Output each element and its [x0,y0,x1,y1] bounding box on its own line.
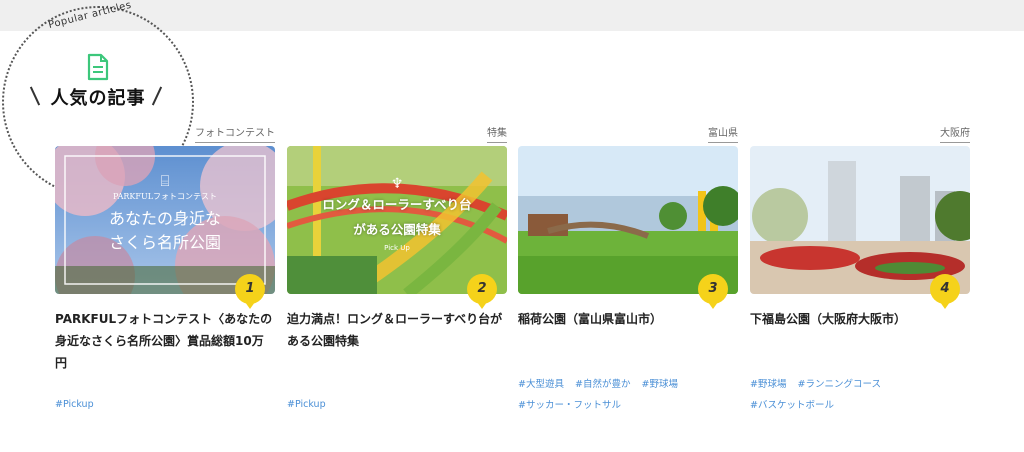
tag-link[interactable]: #大型遊具 [518,379,564,390]
article-thumbnail[interactable] [750,146,970,294]
document-icon [86,53,110,81]
tag-link[interactable]: #Pickup [287,399,326,410]
overlay-tree-icon: ♆ [390,176,404,192]
article-thumbnail[interactable]: ⌸ PARKFULフォトコンテスト あなたの身近な さくら名所公園 [55,146,275,294]
special-feature-overlay: ♆ ロング＆ローラーすべり台 がある公園特集 Pick Up [287,146,507,294]
article-category[interactable]: 特集 [487,124,507,143]
article-category[interactable]: 富山県 [708,124,738,143]
rank-badge: 1 [235,274,265,309]
overlay-line-2: がある公園特集 [353,222,441,237]
tag-link[interactable]: #Pickup [55,399,94,410]
article-title[interactable]: 稲荷公園（富山県富山市） [518,308,738,330]
article-card-4[interactable]: 大阪府 4 下福島公園（大阪府大阪市） #野球場 #ランニングコース #バスケッ… [750,124,970,424]
article-thumbnail[interactable] [518,146,738,294]
rank-badge: 3 [698,274,728,309]
city-park-photo [750,146,970,294]
article-title[interactable]: PARKFULフォトコンテスト〈あなたの身近なさくら名所公園〉賞品総額10万円 [55,308,275,374]
tag-list: #野球場 #ランニングコース #バスケットボール [750,374,970,416]
tag-list: #Pickup [287,394,507,415]
overlay-line-1: あなたの身近な [108,209,221,228]
article-card-1[interactable]: フォトコンテスト ⌸ PARKFULフォトコンテスト あなたの身近な さくら名所… [55,124,275,424]
overlay-pickup: Pick Up [384,244,410,252]
article-thumbnail[interactable]: ♆ ロング＆ローラーすべり台 がある公園特集 Pick Up [287,146,507,294]
article-card-3[interactable]: 富山県 3 稲荷公園（富山県富山市） #大型遊具 #自然が豊か #野球場 #サッ… [518,124,738,424]
tag-link[interactable]: #野球場 [642,379,678,390]
article-card-2[interactable]: 特集 ♆ ロング＆ローラーすべり台 がある公園特集 Pick Up 2 迫力満点… [287,124,507,424]
article-category[interactable]: 大阪府 [940,124,970,143]
section-title: 人気の記事 [50,88,146,109]
park-photo [518,146,738,294]
article-title[interactable]: 迫力満点！ロング＆ローラーすべり台がある公園特集 [287,308,507,352]
tag-list: #Pickup [55,394,275,415]
tag-link[interactable]: #サッカー・フットサル [518,400,621,411]
camera-icon: ⌸ [160,172,170,190]
overlay-brand: PARKFULフォトコンテスト [112,192,218,201]
tag-link[interactable]: #ランニングコース [798,379,882,390]
article-title[interactable]: 下福島公園（大阪府大阪市） [750,308,970,330]
photo-contest-overlay: ⌸ PARKFULフォトコンテスト あなたの身近な さくら名所公園 [55,146,275,294]
tag-link[interactable]: #自然が豊か [575,379,630,390]
tag-link[interactable]: #野球場 [750,379,786,390]
overlay-line-2: さくら名所公園 [108,233,221,252]
tag-list: #大型遊具 #自然が豊か #野球場 #サッカー・フットサル [518,374,738,416]
rank-badge: 4 [930,274,960,309]
article-category[interactable]: フォトコンテスト [195,124,275,143]
rank-badge: 2 [467,274,497,309]
overlay-line-1: ロング＆ローラーすべり台 [322,197,472,212]
tag-link[interactable]: #バスケットボール [750,400,834,411]
